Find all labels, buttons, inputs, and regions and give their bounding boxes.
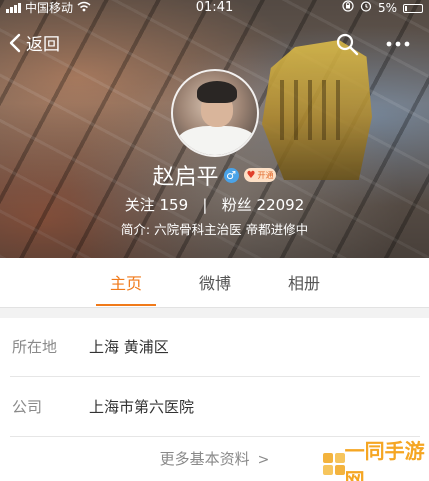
battery-icon (403, 3, 423, 13)
divider (10, 376, 420, 377)
status-right: 5% (342, 0, 423, 16)
profile-tabs: 主页 微博 相册 (0, 258, 429, 308)
tab-weibo[interactable]: 微博 (185, 270, 245, 294)
info-label: 所在地 (12, 338, 58, 356)
back-button[interactable]: 返回 (8, 30, 60, 55)
watermark: 一同手游网 (323, 439, 429, 481)
avatar-hair (197, 81, 237, 103)
active-tab-indicator (96, 304, 156, 306)
info-value: 上海市第六医院 (89, 398, 195, 416)
profile-bio: 简介: 六院骨科主治医 帝都进修中 (120, 222, 309, 237)
info-row-location: 所在地 上海 黄浦区 (0, 318, 429, 376)
avatar[interactable] (171, 69, 259, 157)
more-info-label: 更多基本资料 (159, 450, 250, 468)
chevron-left-icon (9, 33, 21, 52)
heart-icon: ♥ (246, 169, 256, 181)
search-icon[interactable] (335, 32, 359, 56)
watermark-text: 一同手游网 (344, 439, 425, 481)
more-dots-icon[interactable] (384, 32, 412, 56)
info-value: 上海 黄浦区 (89, 338, 169, 356)
chevron-right-icon: > (257, 452, 270, 468)
lock-rotation-icon (342, 0, 354, 16)
info-label: 公司 (12, 398, 43, 416)
follow-stats[interactable]: 关注 159 | 粉丝 22092 (0, 194, 429, 214)
avatar-shirt (177, 126, 257, 155)
battery-percent: 5% (377, 1, 397, 15)
status-bar: 中国移动 01:41 5% (0, 0, 429, 16)
tab-album[interactable]: 相册 (274, 270, 334, 294)
info-row-company: 公司 上海市第六医院 (0, 378, 429, 436)
watermark-logo-icon (323, 453, 345, 475)
vip-badge-label: 开通 (257, 170, 274, 180)
profile-name: 赵启平 (152, 165, 219, 190)
vip-badge[interactable]: ♥ 开通 (243, 168, 277, 182)
alarm-icon (360, 0, 372, 16)
tab-home[interactable]: 主页 (96, 270, 156, 294)
back-label: 返回 (26, 35, 60, 55)
nav-bar: 返回 (0, 26, 429, 62)
gender-male-icon: ♂ (223, 167, 239, 183)
profile-name-row: 赵启平 ♂ ♥ 开通 (0, 160, 429, 190)
